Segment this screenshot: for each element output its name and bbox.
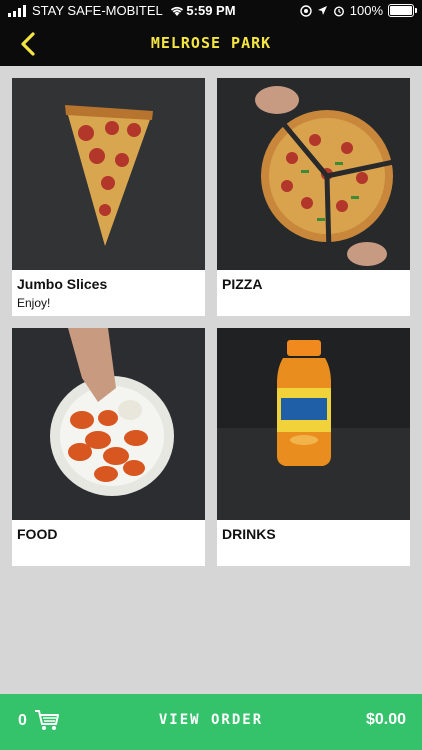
header: MELROSE PARK bbox=[0, 22, 422, 66]
order-total: $0.00 bbox=[365, 711, 406, 728]
category-card-drinks[interactable]: DRINKS bbox=[217, 328, 410, 566]
location-lock-icon bbox=[300, 4, 312, 17]
alarm-icon bbox=[333, 5, 344, 17]
page-title: MELROSE PARK bbox=[150, 34, 272, 52]
category-image bbox=[217, 328, 410, 520]
category-label: PIZZA bbox=[222, 276, 263, 292]
status-bar: STAY SAFE-MOBITEL 5:59 PM 100% bbox=[0, 0, 422, 22]
category-image bbox=[217, 78, 410, 270]
top-bar: STAY SAFE-MOBITEL 5:59 PM 100% MELROSE P… bbox=[0, 0, 422, 66]
category-card-pizza[interactable]: PIZZA bbox=[217, 78, 410, 316]
category-image bbox=[12, 78, 205, 270]
navigation-icon bbox=[317, 6, 327, 15]
view-order-bar[interactable]: 0 VIEW ORDER $0.00 bbox=[0, 694, 422, 750]
battery-percent: 100% bbox=[349, 3, 383, 18]
battery-icon bbox=[388, 4, 417, 17]
category-label: FOOD bbox=[17, 526, 58, 542]
pepperoni-slice-image bbox=[12, 78, 205, 270]
view-order-label: VIEW ORDER bbox=[158, 712, 264, 728]
sliced-pizza-image bbox=[217, 78, 410, 270]
category-image bbox=[12, 328, 205, 520]
category-label: DRINKS bbox=[222, 526, 276, 542]
chicken-wings-image bbox=[12, 328, 205, 520]
category-subtitle: Enjoy! bbox=[17, 296, 51, 310]
status-right: 100% bbox=[300, 3, 417, 18]
category-card-jumbo-slices[interactable]: Jumbo Slices Enjoy! bbox=[12, 78, 205, 316]
category-label: Jumbo Slices bbox=[17, 276, 108, 292]
iced-tea-bottle-image bbox=[217, 328, 410, 520]
category-card-food[interactable]: FOOD bbox=[12, 328, 205, 566]
